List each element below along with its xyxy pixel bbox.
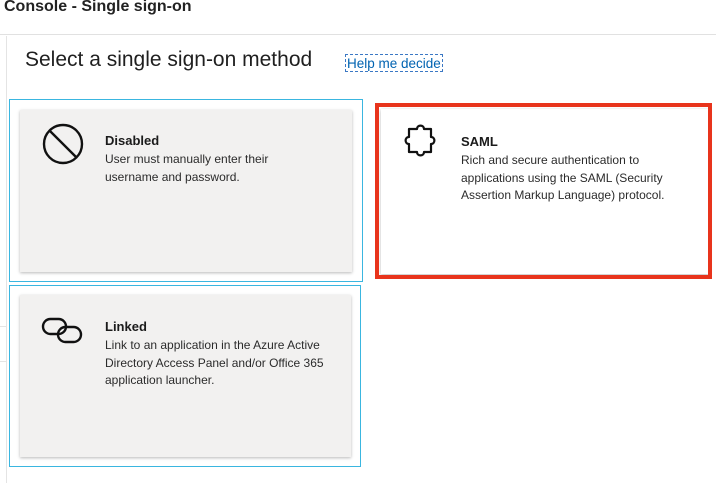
method-tile-linked[interactable]: Linked Link to an application in the Azu… xyxy=(9,285,361,467)
method-tile-disabled[interactable]: Disabled User must manually enter their … xyxy=(9,99,363,282)
chain-link-icon xyxy=(41,317,83,344)
left-rail xyxy=(0,36,7,483)
window-title: Console - Single sign-on xyxy=(4,0,192,15)
method-title-disabled: Disabled xyxy=(105,133,160,148)
method-description-saml: Rich and secure authentication to applic… xyxy=(461,153,665,202)
method-card-disabled: Disabled User must manually enter their … xyxy=(20,110,352,272)
left-rail-divider xyxy=(0,326,6,362)
method-description-linked: Link to an application in the Azure Acti… xyxy=(105,338,324,387)
method-card-linked: Linked Link to an application in the Azu… xyxy=(20,295,351,457)
puzzle-piece-icon xyxy=(404,124,436,157)
method-title-saml: SAML xyxy=(461,134,498,149)
help-me-decide-link[interactable]: Help me decide xyxy=(345,54,443,72)
page-heading: Select a single sign-on method xyxy=(25,48,313,71)
method-title-linked: Linked xyxy=(105,319,147,334)
title-bar: Console - Single sign-on xyxy=(0,0,716,35)
method-card-saml: SAML Rich and secure authentication to a… xyxy=(381,109,709,274)
method-tile-saml[interactable]: SAML Rich and secure authentication to a… xyxy=(380,108,709,274)
blocked-circle-icon xyxy=(42,123,84,165)
method-description-disabled: User must manually enter their username … xyxy=(105,152,269,184)
